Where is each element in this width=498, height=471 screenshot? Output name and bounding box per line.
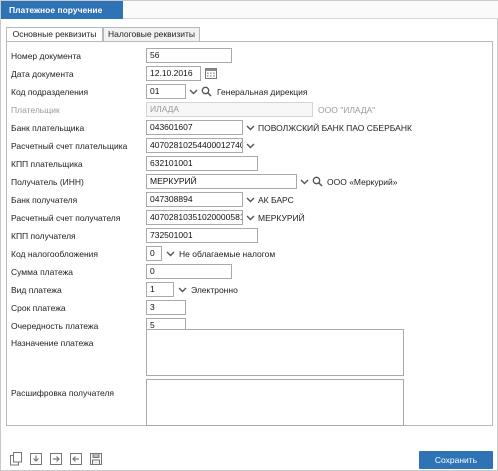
amount-input[interactable]: 0 (146, 264, 232, 279)
payment-order-window: Платежное поручение Основные реквизиты Н… (0, 0, 498, 471)
recipient-account-name: МЕРКУРИЙ (258, 213, 305, 223)
recipient-input[interactable]: МЕРКУРИЙ (146, 174, 297, 189)
doc-date-label: Дата документа (11, 69, 74, 79)
purpose-textarea[interactable] (146, 329, 404, 376)
recipient-bank-name: АК БАРС (258, 195, 294, 205)
recipient-row: Получатель (ИНН) МЕРКУРИЙ ООО «Меркурий» (7, 174, 494, 190)
priority-label: Очередность платежа (11, 321, 99, 331)
amount-label: Сумма платежа (11, 267, 74, 277)
doc-date-input[interactable]: 12.10.2016 (146, 66, 201, 81)
payer-name: ООО "ИЛАДА" (318, 105, 376, 115)
recipient-bank-input[interactable]: 047308894 (146, 192, 243, 207)
recipient-bank-label: Банк получателя (11, 195, 78, 205)
chevron-down-icon[interactable] (245, 194, 256, 205)
recipient-kpp-row: КПП получателя 732501001 (7, 228, 494, 244)
tax-code-input[interactable]: 0 (146, 246, 162, 261)
payer-bank-input[interactable]: 043601607 (146, 120, 243, 135)
recipient-account-input[interactable]: 40702810351020000581 (146, 210, 243, 225)
chevron-down-icon[interactable] (299, 176, 310, 187)
amount-row: Сумма платежа 0 (7, 264, 494, 280)
payer-label: Плательщик (11, 105, 60, 115)
recipient-decoding-label: Расшифровка получателя (11, 388, 115, 398)
chevron-down-icon[interactable] (177, 284, 188, 295)
payer-row: Плательщик ИЛАДА ООО "ИЛАДА" (7, 102, 494, 118)
division-row: Код подразделения 01 Генеральная дирекци… (7, 84, 494, 100)
tax-code-name: Не облагаемые налогом (179, 249, 276, 259)
payer-bank-label: Банк плательщика (11, 123, 85, 133)
recipient-label: Получатель (ИНН) (11, 177, 84, 187)
download-icon[interactable] (29, 452, 43, 466)
chevron-down-icon[interactable] (245, 140, 256, 151)
division-label: Код подразделения (11, 87, 89, 97)
payer-account-input[interactable]: 40702810254400012740 (146, 138, 243, 153)
term-row: Срок платежа 3 (7, 300, 494, 316)
tax-code-label: Код налогообложения (11, 249, 99, 259)
payment-type-input[interactable]: 1 (146, 282, 174, 297)
recipient-kpp-input[interactable]: 732501001 (146, 228, 258, 243)
copy-icon[interactable] (9, 452, 23, 466)
calendar-icon[interactable] (205, 67, 217, 79)
recipient-account-row: Расчетный счет получателя 40702810351020… (7, 210, 494, 226)
payer-input: ИЛАДА (146, 102, 313, 117)
payment-type-row: Вид платежа 1 Электронно (7, 282, 494, 298)
term-input[interactable]: 3 (146, 300, 186, 315)
recipient-kpp-label: КПП получателя (11, 231, 76, 241)
recipient-account-label: Расчетный счет получателя (11, 213, 121, 223)
payment-type-name: Электронно (191, 285, 238, 295)
recipient-bank-row: Банк получателя 047308894 АК БАРС (7, 192, 494, 208)
window-title[interactable]: Платежное поручение (1, 1, 123, 19)
search-icon[interactable] (312, 176, 323, 187)
export-icon[interactable] (49, 452, 63, 466)
payer-kpp-row: КПП плательщика 632101001 (7, 156, 494, 172)
form-panel: Номер документа 56 Дата документа 12.10.… (6, 41, 493, 426)
tab-tax-details[interactable]: Налоговые реквизиты (103, 27, 200, 42)
payer-account-row: Расчетный счет плательщика 4070281025440… (7, 138, 494, 154)
chevron-down-icon[interactable] (245, 212, 256, 223)
chevron-down-icon[interactable] (165, 248, 176, 259)
doc-date-row: Дата документа 12.10.2016 (7, 66, 494, 82)
purpose-label: Назначение платежа (11, 338, 94, 348)
chevron-down-icon[interactable] (188, 86, 199, 97)
tax-code-row: Код налогообложения 0 Не облагаемые нало… (7, 246, 494, 262)
payer-kpp-input[interactable]: 632101001 (146, 156, 258, 171)
import-icon[interactable] (69, 452, 83, 466)
payer-kpp-label: КПП плательщика (11, 159, 83, 169)
division-name: Генеральная дирекция (217, 87, 308, 97)
save-icon[interactable] (89, 452, 103, 466)
payer-bank-row: Банк плательщика 043601607 ПОВОЛЖСКИЙ БА… (7, 120, 494, 136)
save-button[interactable]: Сохранить (419, 451, 493, 469)
payer-account-label: Расчетный счет плательщика (11, 141, 128, 151)
term-label: Срок платежа (11, 303, 66, 313)
doc-number-row: Номер документа 56 (7, 48, 494, 64)
doc-number-label: Номер документа (11, 51, 81, 61)
recipient-name: ООО «Меркурий» (327, 177, 398, 187)
chevron-down-icon[interactable] (245, 122, 256, 133)
payment-type-label: Вид платежа (11, 285, 62, 295)
search-icon[interactable] (201, 86, 212, 97)
division-input[interactable]: 01 (146, 84, 186, 99)
recipient-decoding-textarea[interactable] (146, 379, 404, 426)
doc-number-input[interactable]: 56 (146, 48, 232, 63)
title-bar: Платежное поручение (1, 1, 498, 19)
payer-bank-name: ПОВОЛЖСКИЙ БАНК ПАО СБЕРБАНК (258, 123, 412, 133)
